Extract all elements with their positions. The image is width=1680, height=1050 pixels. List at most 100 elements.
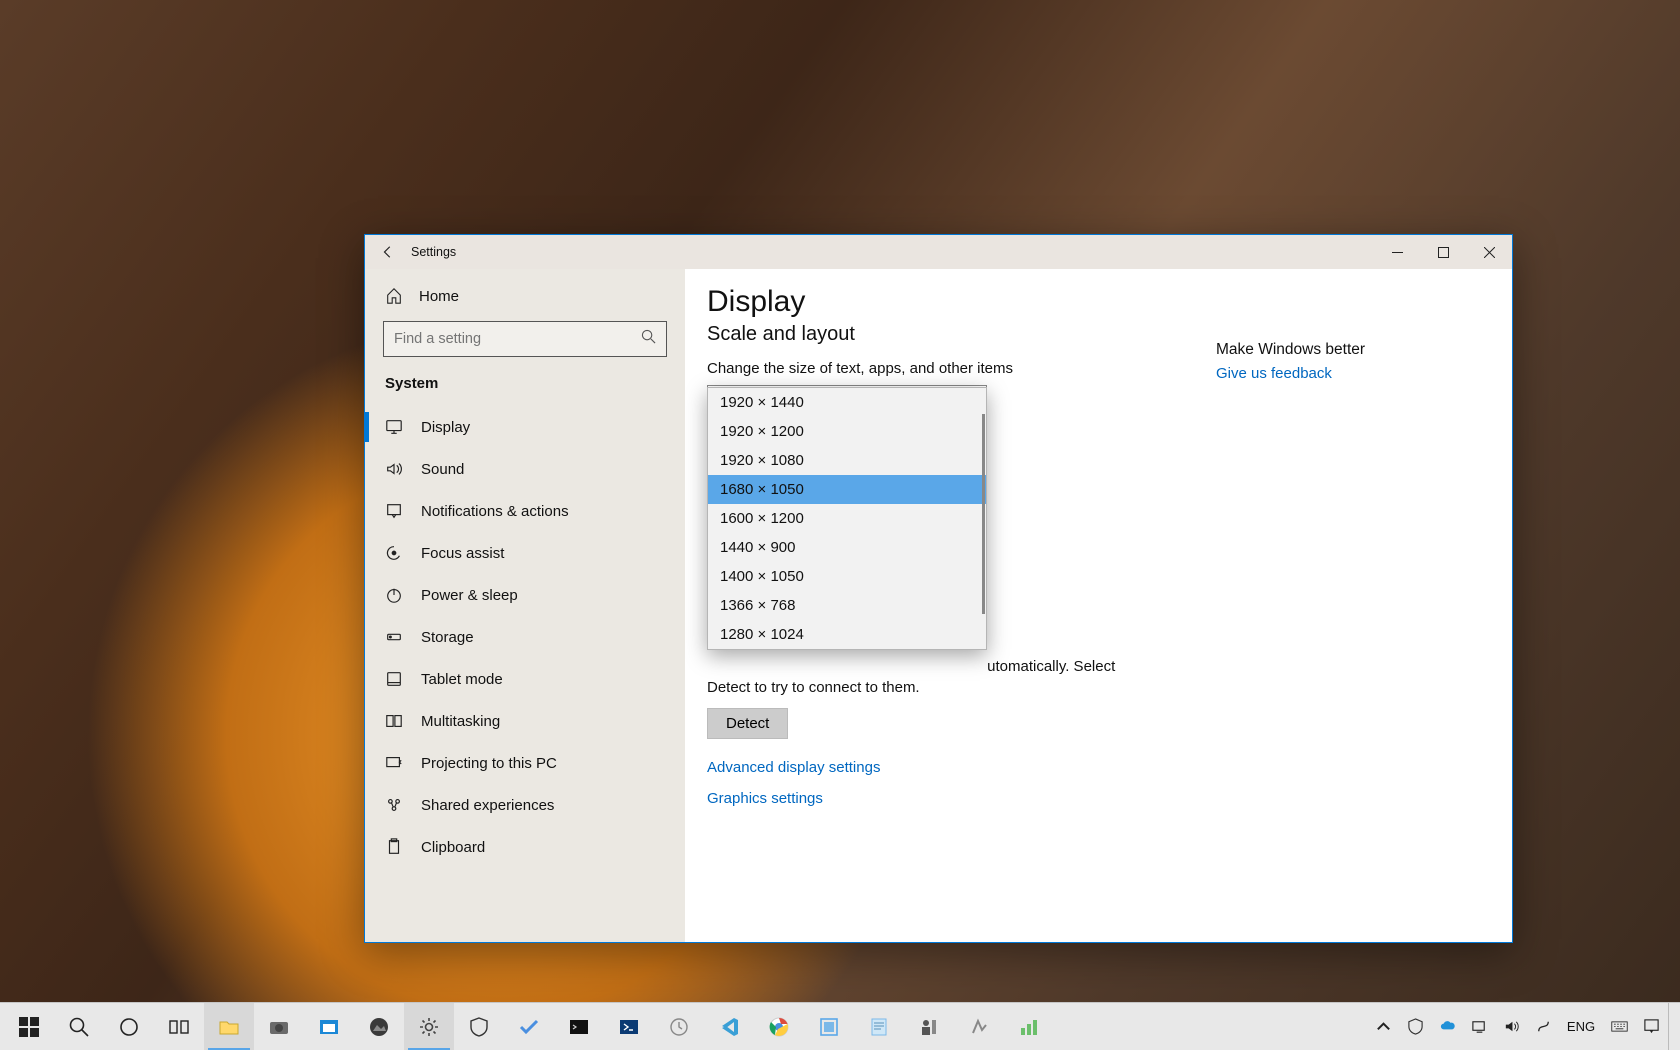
sidebar-item-multitasking[interactable]: Multitasking xyxy=(365,700,685,742)
sidebar-item-label: Display xyxy=(421,419,470,436)
taskbar-app-generic1[interactable] xyxy=(804,1003,854,1050)
give-feedback-link[interactable]: Give us feedback xyxy=(1216,365,1332,382)
resolution-option[interactable]: 1400 × 1050 xyxy=(708,562,986,591)
taskbar-app-settings[interactable] xyxy=(404,1003,454,1050)
close-button[interactable] xyxy=(1466,235,1512,269)
sidebar-item-notifications[interactable]: Notifications & actions xyxy=(365,490,685,532)
sidebar-home-label: Home xyxy=(419,288,459,305)
sound-icon xyxy=(385,460,403,478)
resolution-option[interactable]: 1600 × 1200 xyxy=(708,504,986,533)
system-tray: ENG xyxy=(1368,1003,1676,1050)
taskbar-app-terminal[interactable] xyxy=(554,1003,604,1050)
sidebar-home[interactable]: Home xyxy=(365,275,685,317)
sidebar-item-power[interactable]: Power & sleep xyxy=(365,574,685,616)
resolution-option[interactable]: 1920 × 1200 xyxy=(708,417,986,446)
sidebar-heading: System xyxy=(365,367,685,406)
advanced-display-link[interactable]: Advanced display settings xyxy=(707,759,1146,776)
resolution-option[interactable]: 1680 × 1050 xyxy=(708,475,986,504)
sidebar-item-label: Focus assist xyxy=(421,545,504,562)
sidebar-item-label: Sound xyxy=(421,461,464,478)
taskbar-app-todo[interactable] xyxy=(504,1003,554,1050)
sidebar-item-projecting[interactable]: Projecting to this PC xyxy=(365,742,685,784)
back-button[interactable] xyxy=(365,235,411,269)
page-title: Display xyxy=(707,285,1146,319)
tray-onedrive-icon[interactable] xyxy=(1432,1003,1462,1050)
sidebar-item-label: Multitasking xyxy=(421,713,500,730)
section-scale-layout: Scale and layout xyxy=(707,323,1146,346)
sidebar-item-label: Notifications & actions xyxy=(421,503,569,520)
taskbar-app-generic3[interactable] xyxy=(954,1003,1004,1050)
sidebar-item-display[interactable]: Display xyxy=(365,406,685,448)
maximize-button[interactable] xyxy=(1420,235,1466,269)
resolution-option[interactable]: 1366 × 768 xyxy=(708,591,986,620)
taskbar: ENG xyxy=(0,1002,1680,1050)
tray-volume-icon[interactable] xyxy=(1496,1003,1526,1050)
cortana-button[interactable] xyxy=(104,1003,154,1050)
graphics-settings-link[interactable]: Graphics settings xyxy=(707,790,1146,807)
tray-network-icon[interactable] xyxy=(1464,1003,1494,1050)
tray-input-icon[interactable] xyxy=(1528,1003,1558,1050)
task-view-button[interactable] xyxy=(154,1003,204,1050)
sidebar-item-label: Power & sleep xyxy=(421,587,518,604)
sidebar-item-label: Clipboard xyxy=(421,839,485,856)
clipboard-icon xyxy=(385,838,403,856)
make-windows-better-heading: Make Windows better xyxy=(1216,341,1476,359)
start-button[interactable] xyxy=(4,1003,54,1050)
taskbar-app-notepad[interactable] xyxy=(854,1003,904,1050)
sidebar-item-focus[interactable]: Focus assist xyxy=(365,532,685,574)
minimize-button[interactable] xyxy=(1374,235,1420,269)
titlebar: Settings xyxy=(365,235,1512,269)
taskbar-app-generic4[interactable] xyxy=(1004,1003,1054,1050)
detect-button[interactable]: Detect xyxy=(707,708,788,739)
notifications-icon xyxy=(385,502,403,520)
sidebar-item-sound[interactable]: Sound xyxy=(365,448,685,490)
sidebar-item-shared[interactable]: Shared experiences xyxy=(365,784,685,826)
tray-action-center-icon[interactable] xyxy=(1636,1003,1666,1050)
resolution-dropdown-popup: 1920 × 14401920 × 12001920 × 10801680 × … xyxy=(707,387,987,650)
tray-security-icon[interactable] xyxy=(1400,1003,1430,1050)
taskbar-app-photos[interactable] xyxy=(354,1003,404,1050)
settings-sidebar: Home System Display Sound Notifications & … xyxy=(365,269,685,942)
sidebar-item-label: Tablet mode xyxy=(421,671,503,688)
sidebar-item-label: Shared experiences xyxy=(421,797,554,814)
search-box[interactable] xyxy=(383,321,667,357)
settings-window: Settings Home xyxy=(364,234,1513,943)
home-icon xyxy=(385,287,403,305)
sidebar-item-clipboard[interactable]: Clipboard xyxy=(365,826,685,868)
window-title: Settings xyxy=(411,245,456,259)
projecting-icon xyxy=(385,754,403,772)
resolution-option[interactable]: 1280 × 1024 xyxy=(708,620,986,649)
scale-label: Change the size of text, apps, and other… xyxy=(707,360,1146,377)
storage-icon xyxy=(385,628,403,646)
search-input[interactable] xyxy=(394,331,641,347)
taskbar-app-generic2[interactable] xyxy=(904,1003,954,1050)
tray-overflow-button[interactable] xyxy=(1368,1003,1398,1050)
power-icon xyxy=(385,586,403,604)
tablet-icon xyxy=(385,670,403,688)
sidebar-item-label: Projecting to this PC xyxy=(421,755,557,772)
tray-language-indicator[interactable]: ENG xyxy=(1560,1003,1602,1050)
focus-icon xyxy=(385,544,403,562)
search-icon xyxy=(641,329,656,349)
sidebar-item-storage[interactable]: Storage xyxy=(365,616,685,658)
taskbar-app-clock[interactable] xyxy=(654,1003,704,1050)
shared-icon xyxy=(385,796,403,814)
taskbar-app-mail[interactable] xyxy=(304,1003,354,1050)
resolution-option[interactable]: 1920 × 1440 xyxy=(708,388,986,417)
taskbar-app-file-explorer[interactable] xyxy=(204,1003,254,1050)
display-icon xyxy=(385,418,403,436)
taskbar-app-camera[interactable] xyxy=(254,1003,304,1050)
sidebar-item-tablet[interactable]: Tablet mode xyxy=(365,658,685,700)
taskbar-app-vscode[interactable] xyxy=(704,1003,754,1050)
sidebar-item-label: Storage xyxy=(421,629,474,646)
search-button[interactable] xyxy=(54,1003,104,1050)
taskbar-app-powershell[interactable] xyxy=(604,1003,654,1050)
multiple-displays-description: Older displays might not always connect … xyxy=(707,656,1137,698)
taskbar-app-security[interactable] xyxy=(454,1003,504,1050)
resolution-option[interactable]: 1440 × 900 xyxy=(708,533,986,562)
tray-keyboard-icon[interactable] xyxy=(1604,1003,1634,1050)
taskbar-app-chrome[interactable] xyxy=(754,1003,804,1050)
resolution-option[interactable]: 1920 × 1080 xyxy=(708,446,986,475)
show-desktop-button[interactable] xyxy=(1668,1003,1676,1050)
dropdown-scrollbar[interactable] xyxy=(982,414,985,614)
